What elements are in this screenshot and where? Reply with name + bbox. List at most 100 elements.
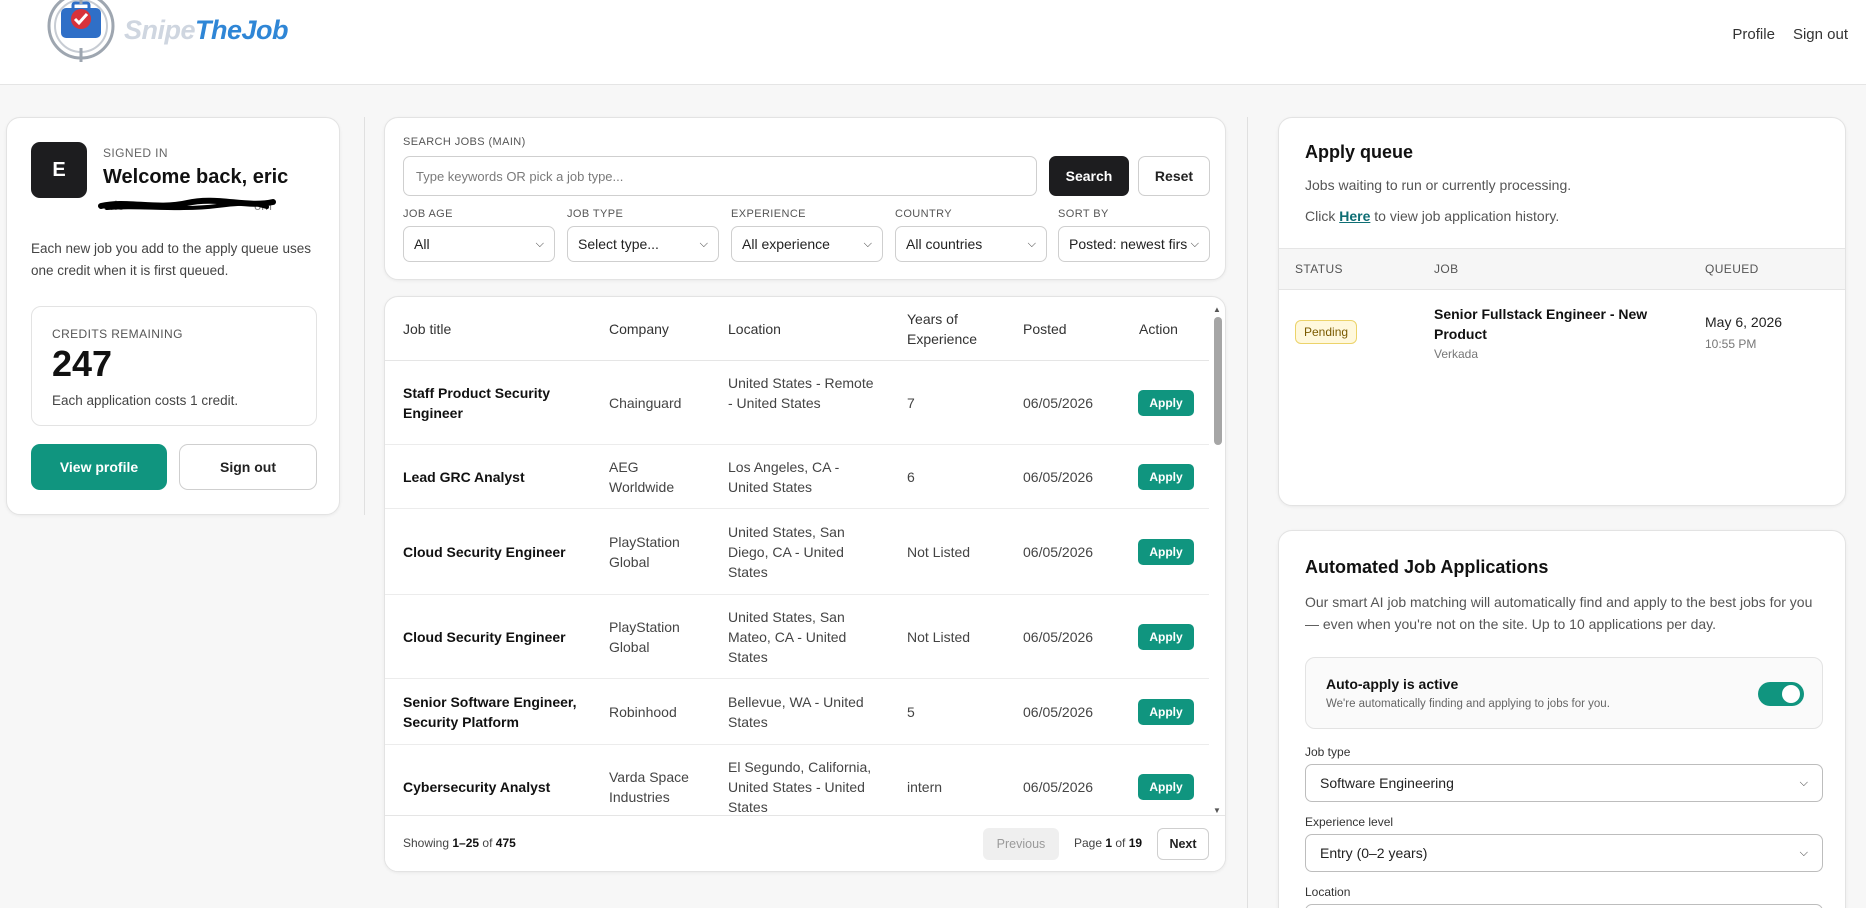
- job-title[interactable]: Cloud Security Engineer: [403, 627, 583, 647]
- filter-label: JOB AGE: [403, 208, 453, 220]
- chevron-down-icon: ⌵: [699, 237, 708, 250]
- table-scrollbar[interactable]: ▲ ▼: [1211, 305, 1223, 815]
- logo-text: SnipeTheJob: [124, 14, 289, 45]
- page-indicator: Page 1 of 19: [1074, 836, 1143, 850]
- reset-button[interactable]: Reset: [1138, 156, 1210, 196]
- auto-experience-select[interactable]: Entry (0–2 years) ⌵: [1305, 834, 1823, 872]
- search-input[interactable]: [403, 156, 1037, 196]
- apply-button[interactable]: Apply: [1138, 699, 1194, 725]
- apply-queue-card: Apply queue Jobs waiting to run or curre…: [1278, 117, 1846, 506]
- queue-table-header: STATUS JOB QUEUED: [1279, 248, 1845, 290]
- location: United States, San Mateo, CA - United St…: [728, 609, 847, 665]
- column-header: JOB: [1434, 262, 1459, 276]
- job-type-select[interactable]: Select type... ⌵: [567, 226, 719, 262]
- credits-description: Each new job you add to the apply queue …: [31, 241, 311, 278]
- column-header: QUEUED: [1705, 262, 1759, 276]
- signed-in-label: SIGNED IN: [103, 146, 168, 160]
- apply-queue-subtitle: Jobs waiting to run or currently process…: [1305, 177, 1572, 193]
- chevron-down-icon: ⌵: [1027, 237, 1036, 250]
- years: Not Listed: [907, 544, 971, 560]
- divider-left: [364, 117, 365, 515]
- posted: 06/05/2026: [1023, 544, 1094, 560]
- queued-job-title[interactable]: Senior Fullstack Engineer - New Product: [1434, 304, 1654, 344]
- job-title[interactable]: Senior Software Engineer, Security Platf…: [403, 692, 583, 732]
- column-header[interactable]: Company: [609, 319, 669, 339]
- search-button[interactable]: Search: [1049, 156, 1129, 196]
- location: El Segundo, California, United States - …: [728, 759, 872, 815]
- apply-button[interactable]: Apply: [1138, 390, 1194, 416]
- chevron-down-icon: ⌵: [1799, 846, 1808, 859]
- auto-location-select[interactable]: [1305, 904, 1823, 908]
- apply-button[interactable]: Apply: [1138, 774, 1194, 800]
- chevron-down-icon: ⌵: [863, 237, 872, 250]
- nav-sign-out-link[interactable]: Sign out: [1793, 26, 1848, 43]
- company: Robinhood: [609, 704, 677, 720]
- company: PlayStation Global: [609, 534, 680, 570]
- posted: 06/05/2026: [1023, 779, 1094, 795]
- queued-time: 10:55 PM: [1705, 337, 1757, 351]
- automation-title: Automated Job Applications: [1305, 557, 1549, 577]
- previous-page-button[interactable]: Previous: [983, 828, 1059, 860]
- scroll-thumb[interactable]: [1214, 317, 1222, 445]
- jobs-table-card: Job title Company Location Years of Expe…: [384, 296, 1226, 872]
- next-page-button[interactable]: Next: [1157, 828, 1209, 860]
- filter-label: COUNTRY: [895, 208, 952, 220]
- scroll-up-icon[interactable]: ▲: [1213, 305, 1221, 314]
- column-header[interactable]: Years of Experience: [907, 309, 997, 349]
- nav-profile-link[interactable]: Profile: [1732, 26, 1775, 43]
- credits-value: 247: [52, 343, 113, 384]
- auto-apply-toggle[interactable]: [1758, 682, 1804, 706]
- scroll-down-icon[interactable]: ▼: [1213, 806, 1221, 815]
- column-header[interactable]: Posted: [1023, 319, 1067, 339]
- posted: 06/05/2026: [1023, 395, 1094, 411]
- search-label: SEARCH JOBS (MAIN): [403, 136, 526, 148]
- job-title[interactable]: Cybersecurity Analyst: [403, 777, 583, 797]
- filter-country: COUNTRY All countries ⌵: [895, 208, 1047, 262]
- table-footer: Showing 1–25 of 475 Previous Page 1 of 1…: [385, 815, 1225, 871]
- auto-apply-box: Auto-apply is active We're automatically…: [1305, 657, 1823, 729]
- table-header: Job title Company Location Years of Expe…: [385, 297, 1209, 361]
- filter-sort-by: SORT BY Posted: newest first ⌵: [1058, 208, 1210, 262]
- apply-button[interactable]: Apply: [1138, 624, 1194, 650]
- country-select[interactable]: All countries ⌵: [895, 226, 1047, 262]
- job-age-select[interactable]: All ⌵: [403, 226, 555, 262]
- posted: 06/05/2026: [1023, 469, 1094, 485]
- filter-experience: EXPERIENCE All experience ⌵: [731, 208, 883, 262]
- job-title[interactable]: Lead GRC Analyst: [403, 467, 583, 487]
- table-row: Staff Product Security Engineer Chaingua…: [385, 361, 1209, 445]
- location: United States - Remote - United States: [728, 375, 874, 411]
- toggle-knob: [1782, 685, 1800, 703]
- apply-button[interactable]: Apply: [1138, 539, 1194, 565]
- years: 6: [907, 469, 915, 485]
- job-title[interactable]: Cloud Security Engineer: [403, 542, 583, 562]
- table-row: Senior Software Engineer, Security Platf…: [385, 679, 1209, 745]
- posted: 06/05/2026: [1023, 704, 1094, 720]
- experience-select[interactable]: All experience ⌵: [731, 226, 883, 262]
- column-header[interactable]: Location: [728, 319, 781, 339]
- view-profile-button[interactable]: View profile: [31, 444, 167, 490]
- column-header[interactable]: Job title: [403, 319, 451, 339]
- apply-button[interactable]: Apply: [1138, 464, 1194, 490]
- company: PlayStation Global: [609, 619, 680, 655]
- table-row: Cloud Security Engineer PlayStation Glob…: [385, 595, 1209, 679]
- welcome-heading: Welcome back, eric: [103, 166, 289, 188]
- credits-note: Each application costs 1 credit.: [52, 393, 239, 408]
- showing-count: Showing 1–25 of 475: [403, 836, 516, 850]
- sort-by-select[interactable]: Posted: newest first ⌵: [1058, 226, 1210, 262]
- job-title[interactable]: Staff Product Security Engineer: [403, 383, 583, 423]
- history-link[interactable]: Here: [1339, 208, 1370, 224]
- logo[interactable]: SnipeTheJob: [40, 0, 289, 64]
- auto-job-type-select[interactable]: Software Engineering ⌵: [1305, 764, 1823, 802]
- filter-job-type: JOB TYPE Select type... ⌵: [567, 208, 719, 262]
- apply-queue-title: Apply queue: [1305, 142, 1414, 162]
- filter-label: JOB TYPE: [567, 208, 624, 220]
- top-bar: SnipeTheJob Profile Sign out: [0, 0, 1866, 85]
- chevron-down-icon: ⌵: [1190, 237, 1199, 250]
- history-text: Click Here to view job application histo…: [1305, 208, 1560, 224]
- column-header: STATUS: [1295, 262, 1343, 276]
- filter-job-age: JOB AGE All ⌵: [403, 208, 555, 262]
- column-header: Action: [1139, 321, 1178, 337]
- queued-job-company: Verkada: [1434, 347, 1479, 361]
- company: Varda Space Industries: [609, 769, 689, 805]
- sign-out-button[interactable]: Sign out: [179, 444, 317, 490]
